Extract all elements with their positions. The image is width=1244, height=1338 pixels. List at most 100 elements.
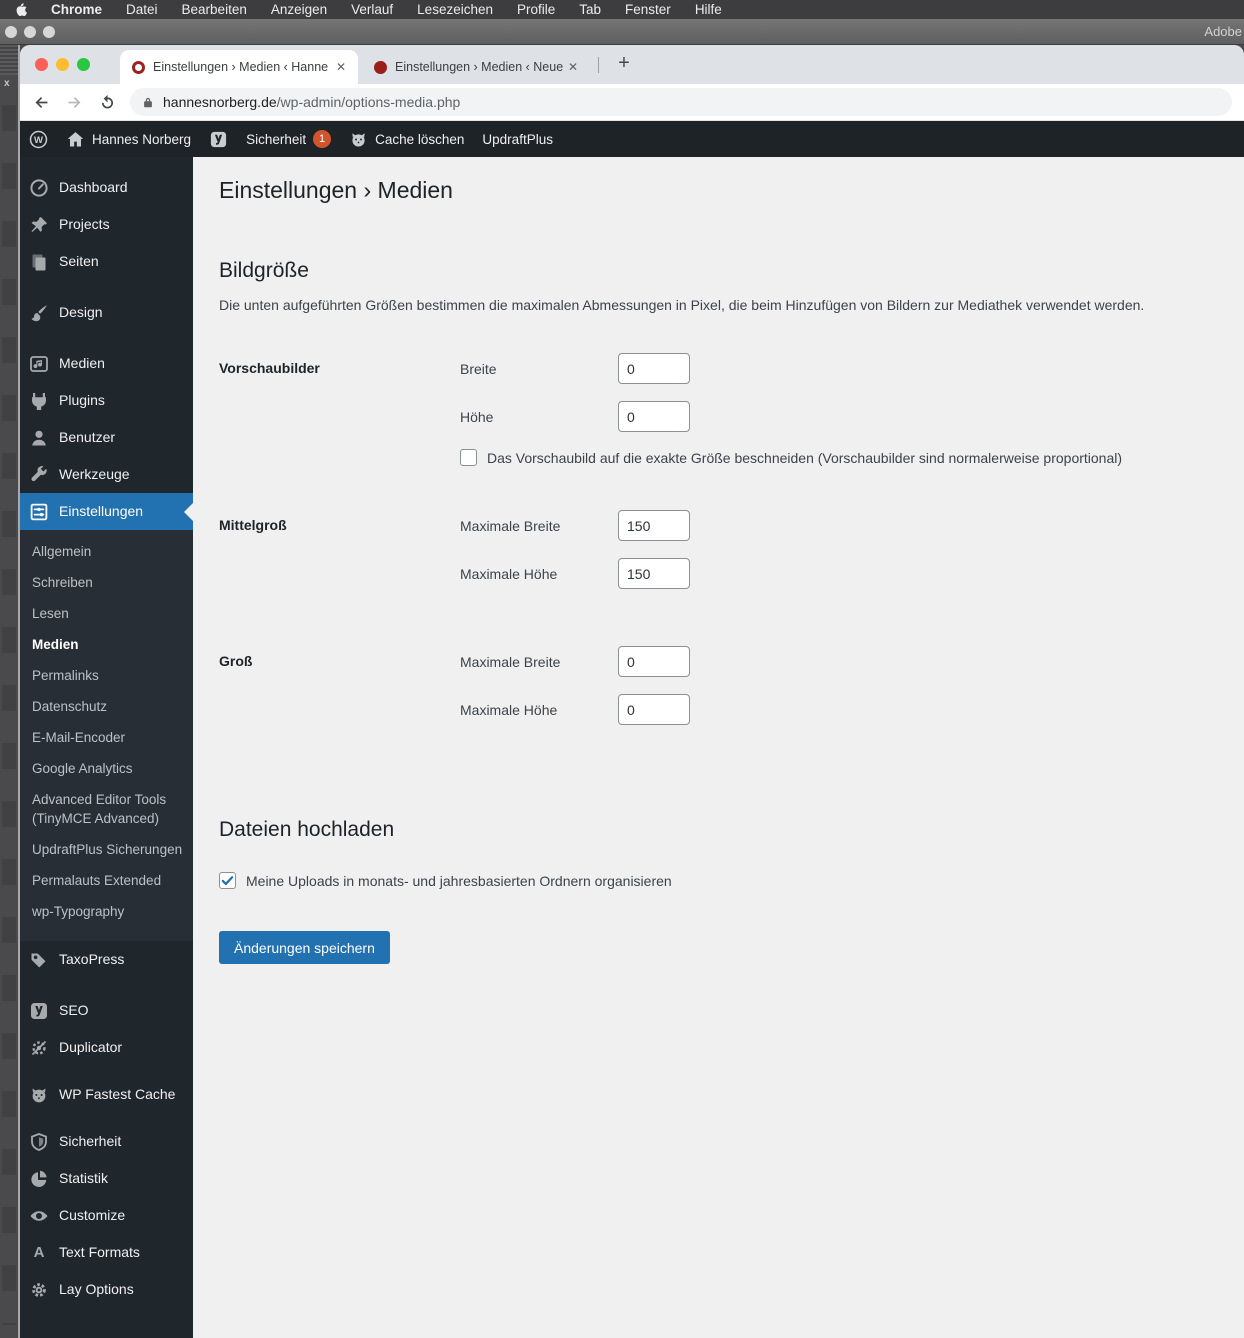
pie-chart-icon (29, 1169, 49, 1189)
security-menu[interactable]: Sicherheit 1 (237, 121, 340, 157)
medium-width-input[interactable] (618, 510, 690, 541)
lock-icon (144, 97, 152, 107)
submenu-allgemein[interactable]: Allgemein (20, 536, 193, 567)
large-width-input[interactable] (618, 646, 690, 677)
sidebar-item-projects[interactable]: Projects (20, 206, 193, 243)
updraftplus-menu[interactable]: UpdraftPlus (473, 121, 562, 157)
yoast-menu[interactable] (200, 121, 237, 157)
sidebar-item-werkzeuge[interactable]: Werkzeuge (20, 456, 193, 493)
close-window-button[interactable] (35, 58, 48, 71)
tab2-close-icon[interactable]: ✕ (564, 58, 582, 76)
menubar-item-datei[interactable]: Datei (126, 2, 158, 17)
menubar-item-lesezeichen[interactable]: Lesezeichen (417, 2, 493, 17)
submenu-datenschutz[interactable]: Datenschutz (20, 691, 193, 722)
sidebar-item-seiten[interactable]: Seiten (20, 243, 193, 280)
large-height-label: Maximale Höhe (460, 701, 558, 718)
image-size-heading: Bildgröße (219, 259, 309, 282)
menu-separator (20, 280, 193, 294)
thumb-height-input[interactable] (618, 401, 690, 432)
submenu-medien[interactable]: Medien (20, 629, 193, 660)
submenu-lesen[interactable]: Lesen (20, 598, 193, 629)
submenu-schreiben[interactable]: Schreiben (20, 567, 193, 598)
sidebar-item-dashboard[interactable]: Dashboard (20, 169, 193, 206)
menubar-item-anzeigen[interactable]: Anzeigen (271, 2, 327, 17)
sidebar-item-customize[interactable]: Customize (20, 1197, 193, 1234)
submenu-permalauts-extended[interactable]: Permalauts Extended (20, 865, 193, 896)
tab2-title: Einstellungen › Medien ‹ Neue (395, 60, 564, 74)
menubar-item-chrome[interactable]: Chrome (51, 2, 102, 17)
apple-icon[interactable] (14, 2, 27, 17)
clear-cache-label: Cache löschen (375, 131, 465, 147)
settings-media-page: Einstellungen › Medien Bildgröße Die unt… (193, 157, 1244, 1338)
tab-inactive[interactable]: Einstellungen › Medien ‹ Neue ✕ (362, 50, 590, 84)
sidebar-item-sicherheit[interactable]: Sicherheit (20, 1123, 193, 1160)
sidebar-item-plugins[interactable]: Plugins (20, 382, 193, 419)
menubar-item-bearbeiten[interactable]: Bearbeiten (182, 2, 247, 17)
site-name-menu[interactable]: Hannes Norberg (57, 121, 200, 157)
panel-texture (0, 45, 18, 75)
tab1-close-icon[interactable]: ✕ (332, 58, 350, 76)
user-icon (29, 428, 49, 448)
forward-button[interactable] (62, 90, 86, 114)
sidebar-item-statistik[interactable]: Statistik (20, 1160, 193, 1197)
panel-close-icon[interactable]: x (4, 78, 10, 89)
panel-thumbnails (2, 105, 16, 1325)
submenu-updraftplus[interactable]: UpdraftPlus Sicherungen (20, 834, 193, 865)
shield-icon (29, 1132, 49, 1152)
thumb-width-input[interactable] (618, 353, 690, 384)
organize-uploads-checkbox[interactable] (219, 872, 236, 889)
large-height-input[interactable] (618, 694, 690, 725)
save-changes-button[interactable]: Änderungen speichern (219, 931, 390, 964)
reload-button[interactable] (95, 90, 119, 114)
sidebar-item-medien[interactable]: Medien (20, 345, 193, 382)
url-path: /wp-admin/options-media.php (276, 94, 461, 110)
sidebar-item-benutzer[interactable]: Benutzer (20, 419, 193, 456)
tag-icon (29, 950, 49, 970)
sidebar-item-einstellungen[interactable]: Einstellungen (20, 493, 193, 530)
submenu-advanced-editor-tools[interactable]: Advanced Editor Tools (TinyMCE Advanced) (20, 784, 193, 834)
sidebar-item-design[interactable]: Design (20, 294, 193, 331)
thumb-height-label: Höhe (460, 408, 494, 425)
page-title: Einstellungen › Medien (219, 177, 453, 203)
menubar-item-hilfe[interactable]: Hilfe (695, 2, 722, 17)
yoast-icon (210, 131, 227, 147)
pages-icon (29, 252, 49, 272)
site-name-label: Hannes Norberg (92, 131, 192, 147)
background-window-controls[interactable] (5, 25, 55, 38)
bg-minimize-button[interactable] (24, 25, 36, 38)
address-bar[interactable]: hannesnorberg.de/wp-admin/options-media.… (130, 88, 1232, 116)
window-controls (35, 58, 90, 71)
wp-logo-menu[interactable]: W (20, 121, 57, 157)
new-tab-button[interactable]: + (610, 49, 638, 77)
menubar-item-fenster[interactable]: Fenster (625, 2, 671, 17)
uploads-heading: Dateien hochladen (219, 818, 395, 841)
sidebar-item-duplicator[interactable]: Duplicator (20, 1029, 193, 1066)
submenu-google-analytics[interactable]: Google Analytics (20, 753, 193, 784)
sidebar-item-lay-options[interactable]: Lay Options (20, 1271, 193, 1308)
submenu-permalinks[interactable]: Permalinks (20, 660, 193, 691)
menubar-item-verlauf[interactable]: Verlauf (351, 2, 393, 17)
bg-close-button[interactable] (5, 25, 17, 38)
sidebar-item-wp-fastest-cache[interactable]: WP Fastest Cache (20, 1066, 193, 1123)
minimize-window-button[interactable] (56, 58, 69, 71)
sidebar-item-taxopress[interactable]: TaxoPress (20, 941, 193, 978)
sidebar-item-seo[interactable]: SEO (20, 992, 193, 1029)
medium-width-label: Maximale Breite (460, 517, 561, 534)
tab-active[interactable]: Einstellungen › Medien ‹ Hanne ✕ (120, 50, 358, 84)
submenu-email-encoder[interactable]: E-Mail-Encoder (20, 722, 193, 753)
medium-height-input[interactable] (618, 558, 690, 589)
crop-checkbox[interactable] (460, 449, 477, 466)
sidebar-item-text-formats[interactable]: A Text Formats (20, 1234, 193, 1271)
thumbnails-row: Vorschaubilder Breite Höhe Das Vorsch (219, 353, 1224, 466)
fullscreen-window-button[interactable] (77, 58, 90, 71)
large-width-label: Maximale Breite (460, 653, 561, 670)
submenu-wp-typography[interactable]: wp-Typography (20, 896, 193, 927)
einstellungen-submenu: Allgemein Schreiben Lesen Medien Permali… (20, 530, 193, 941)
security-count-badge: 1 (313, 130, 332, 148)
clear-cache-menu[interactable]: Cache löschen (340, 121, 473, 157)
tab-strip: Einstellungen › Medien ‹ Hanne ✕ Einstel… (20, 45, 1244, 84)
menubar-item-tab[interactable]: Tab (579, 2, 601, 17)
back-button[interactable] (29, 90, 53, 114)
bg-zoom-button[interactable] (43, 25, 55, 38)
menubar-item-profile[interactable]: Profile (517, 2, 555, 17)
